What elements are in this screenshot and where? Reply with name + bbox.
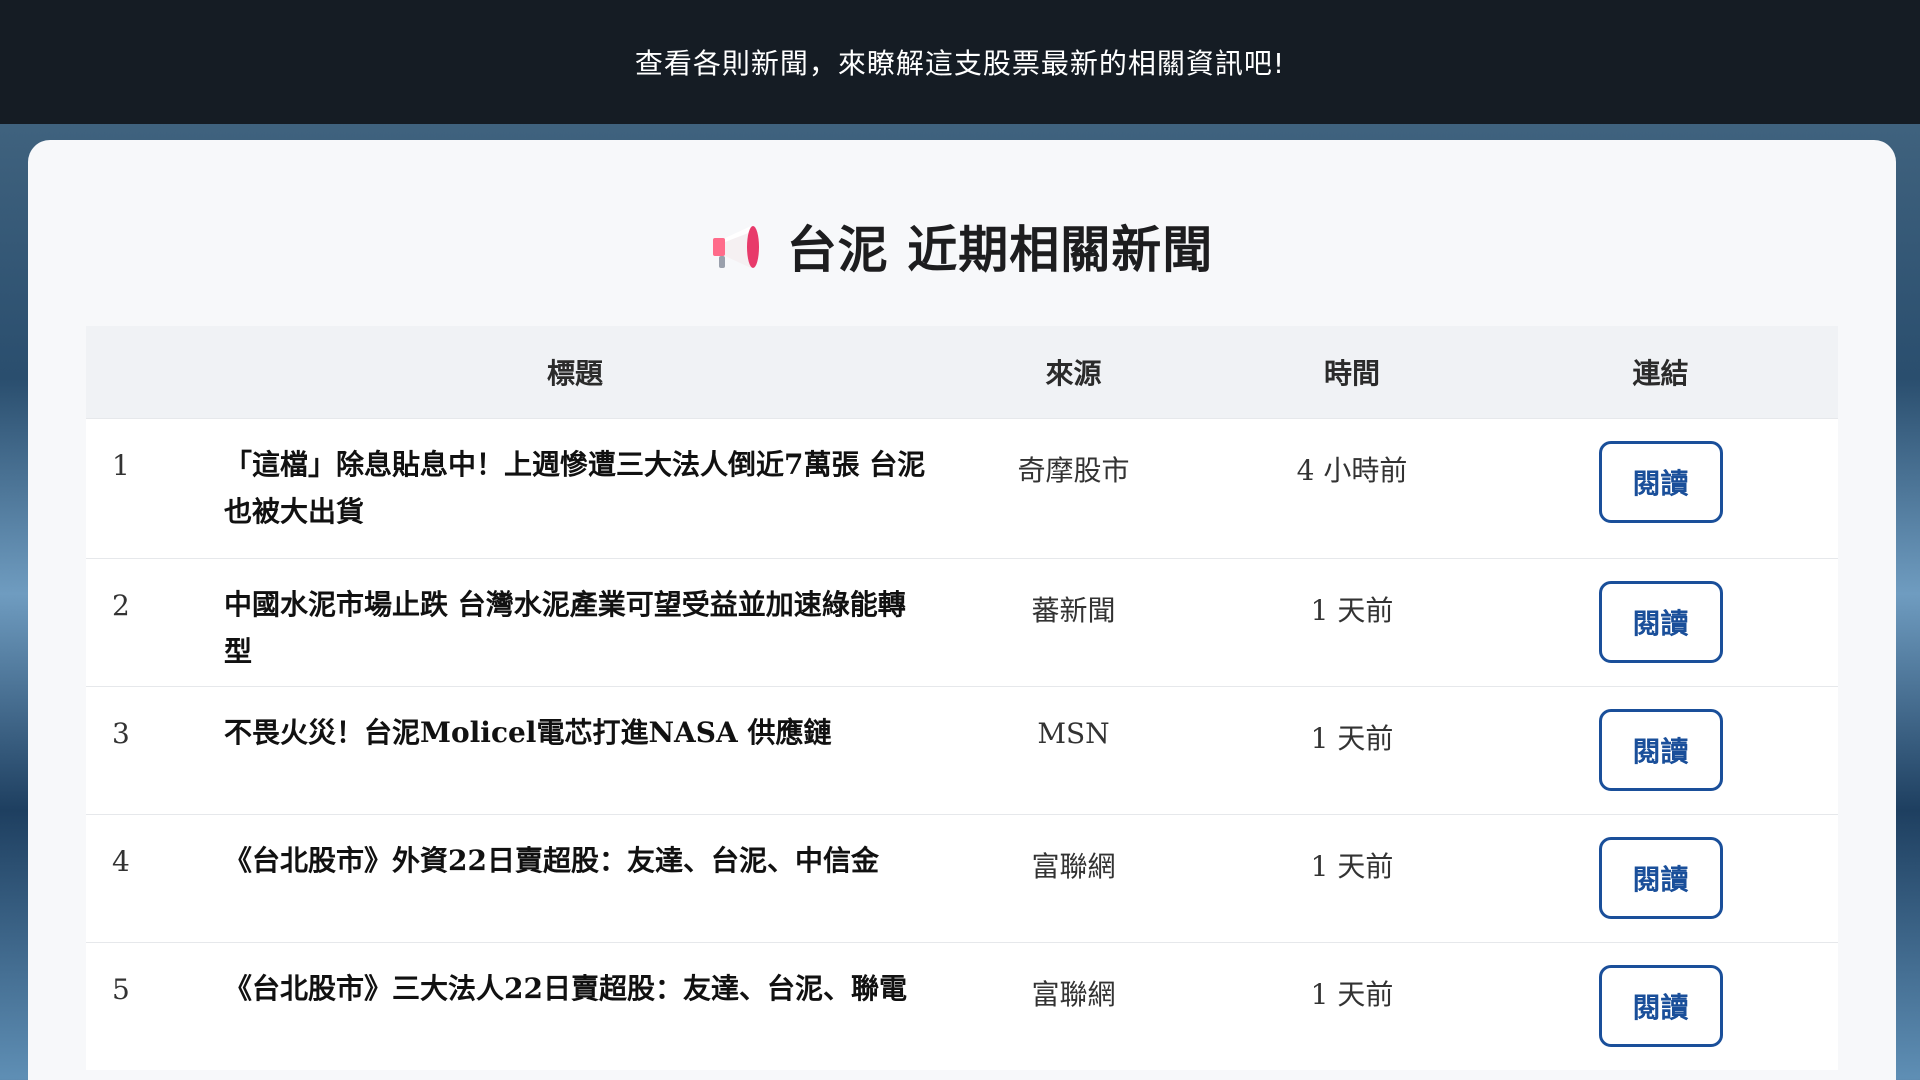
read-button[interactable]: 閱讀 (1598, 441, 1723, 523)
row-time: 4 小時前 (1296, 454, 1408, 487)
row-title: 不畏火災！台泥Molicel電芯打進NASA 供應鏈 (224, 716, 832, 749)
table-row: 1 「這檔」除息貼息中！上週慘遭三大法人倒近7萬張 台泥也被大出貨 奇摩股市 4… (86, 418, 1838, 558)
card-header: 台泥 近期相關新聞 (28, 210, 1896, 282)
read-button[interactable]: 閱讀 (1598, 709, 1723, 791)
row-time: 1 天前 (1310, 978, 1394, 1011)
row-title: 「這檔」除息貼息中！上週慘遭三大法人倒近7萬張 台泥也被大出貨 (224, 448, 926, 528)
row-source: 富聯網 (1031, 850, 1116, 883)
read-button[interactable]: 閱讀 (1598, 965, 1723, 1047)
row-index: 2 (112, 589, 130, 622)
read-button[interactable]: 閱讀 (1598, 581, 1723, 663)
row-title: 《台北股市》外資22日賣超股：友達、台泥、中信金 (224, 844, 879, 877)
news-card: 台泥 近期相關新聞 標題 來源 時間 連結 1 「這檔」除息貼息中！上週慘遭三大… (28, 140, 1896, 1080)
row-title: 《台北股市》三大法人22日賣超股：友達、台泥、聯電 (224, 972, 907, 1005)
row-time: 1 天前 (1310, 850, 1394, 883)
row-index: 3 (112, 717, 130, 750)
row-source: 蕃新聞 (1031, 594, 1116, 627)
table-row: 3 不畏火災！台泥Molicel電芯打進NASA 供應鏈 MSN 1 天前 閱讀 (86, 686, 1838, 814)
header-source: 來源 (1045, 357, 1102, 390)
page-title: 台泥 近期相關新聞 (786, 220, 1214, 279)
row-time: 1 天前 (1310, 594, 1394, 627)
row-source: 奇摩股市 (1017, 454, 1130, 487)
row-index: 5 (112, 973, 130, 1006)
row-source: MSN (1037, 717, 1110, 750)
row-time: 1 天前 (1310, 722, 1394, 755)
table-row: 5 《台北股市》三大法人22日賣超股：友達、台泥、聯電 富聯網 1 天前 閱讀 (86, 942, 1838, 1070)
megaphone-icon (711, 218, 769, 274)
table-row: 2 中國水泥市場止跌 台灣水泥產業可望受益並加速綠能轉型 蕃新聞 1 天前 閱讀 (86, 558, 1838, 686)
header-time: 時間 (1323, 357, 1380, 390)
row-index: 4 (112, 845, 130, 878)
header-title: 標題 (546, 357, 603, 390)
row-title: 中國水泥市場止跌 台灣水泥產業可望受益並加速綠能轉型 (224, 588, 906, 668)
banner-text: 查看各則新聞，來瞭解這支股票最新的相關資訊吧! (634, 47, 1286, 80)
row-source: 富聯網 (1031, 978, 1116, 1011)
news-table: 標題 來源 時間 連結 1 「這檔」除息貼息中！上週慘遭三大法人倒近7萬張 台泥… (86, 326, 1838, 1070)
table-row: 4 《台北股市》外資22日賣超股：友達、台泥、中信金 富聯網 1 天前 閱讀 (86, 814, 1838, 942)
read-button[interactable]: 閱讀 (1598, 837, 1723, 919)
top-banner: 查看各則新聞，來瞭解這支股票最新的相關資訊吧! (0, 0, 1920, 124)
row-index: 1 (112, 449, 130, 482)
table-header: 標題 來源 時間 連結 (86, 326, 1838, 418)
header-link: 連結 (1632, 357, 1689, 390)
